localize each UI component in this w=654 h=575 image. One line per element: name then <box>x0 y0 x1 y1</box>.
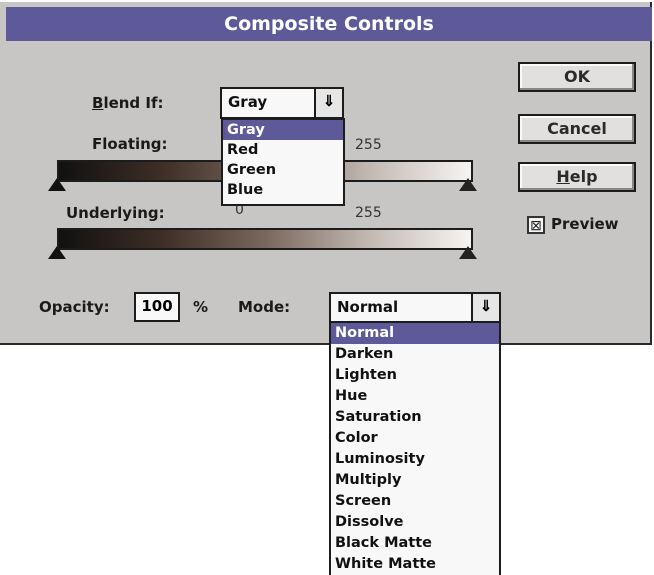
dropdown-arrow-icon[interactable]: ⇓ <box>471 294 499 321</box>
title-bar: Composite Controls <box>6 7 652 41</box>
preview-label: Preview <box>551 215 619 233</box>
blend-if-option-gray[interactable]: Gray <box>223 120 343 140</box>
mode-option-darken[interactable]: Darken <box>331 344 499 365</box>
underlying-black-slider[interactable] <box>48 246 66 259</box>
blend-if-option-green[interactable]: Green <box>223 160 343 180</box>
blend-if-option-blue[interactable]: Blue <box>223 180 343 200</box>
cancel-button[interactable]: Cancel <box>518 114 636 144</box>
mode-option-hue[interactable]: Hue <box>331 386 499 407</box>
mode-option-luminosity[interactable]: Luminosity <box>331 449 499 470</box>
underlying-gradient-bar <box>57 228 473 250</box>
blend-if-value: Gray <box>228 93 268 111</box>
mode-label: Mode: <box>238 298 291 316</box>
underlying-white-slider[interactable] <box>459 246 477 259</box>
mode-option-normal[interactable]: Normal <box>331 323 499 344</box>
underlying-label: Underlying: <box>66 204 165 222</box>
mode-value: Normal <box>337 298 399 316</box>
mode-option-multiply[interactable]: Multiply <box>331 470 499 491</box>
underlying-max: 255 <box>355 205 382 221</box>
opacity-label: Opacity: <box>39 298 110 316</box>
opacity-input[interactable]: 100 <box>134 292 180 322</box>
mode-option-saturation[interactable]: Saturation <box>331 407 499 428</box>
mode-option-black-matte[interactable]: Black Matte <box>331 533 499 554</box>
floating-label: Floating: <box>92 135 168 153</box>
mode-option-dissolve[interactable]: Dissolve <box>331 512 499 533</box>
blend-if-option-red[interactable]: Red <box>223 140 343 160</box>
opacity-unit: % <box>193 298 209 316</box>
mode-option-lighten[interactable]: Lighten <box>331 365 499 386</box>
floating-white-slider[interactable] <box>459 178 477 191</box>
mode-option-screen[interactable]: Screen <box>331 491 499 512</box>
blend-if-label: Blend If: <box>92 94 164 112</box>
mode-dropdown-list: Normal Darken Lighten Hue Saturation Col… <box>329 321 501 575</box>
mode-select[interactable]: Normal ⇓ <box>329 292 501 323</box>
window-title: Composite Controls <box>224 13 434 35</box>
dropdown-arrow-icon[interactable]: ⇓ <box>314 89 342 117</box>
mode-option-white-matte[interactable]: White Matte <box>331 554 499 575</box>
preview-checkbox[interactable]: ⊠ <box>527 216 545 234</box>
help-button[interactable]: Help <box>518 162 636 192</box>
mode-option-color[interactable]: Color <box>331 428 499 449</box>
blend-if-dropdown-list: Gray Red Green Blue <box>221 118 345 206</box>
floating-black-slider[interactable] <box>48 178 66 191</box>
floating-max: 255 <box>355 137 382 153</box>
blend-if-select[interactable]: Gray ⇓ <box>220 87 344 119</box>
ok-button[interactable]: OK <box>518 62 636 92</box>
